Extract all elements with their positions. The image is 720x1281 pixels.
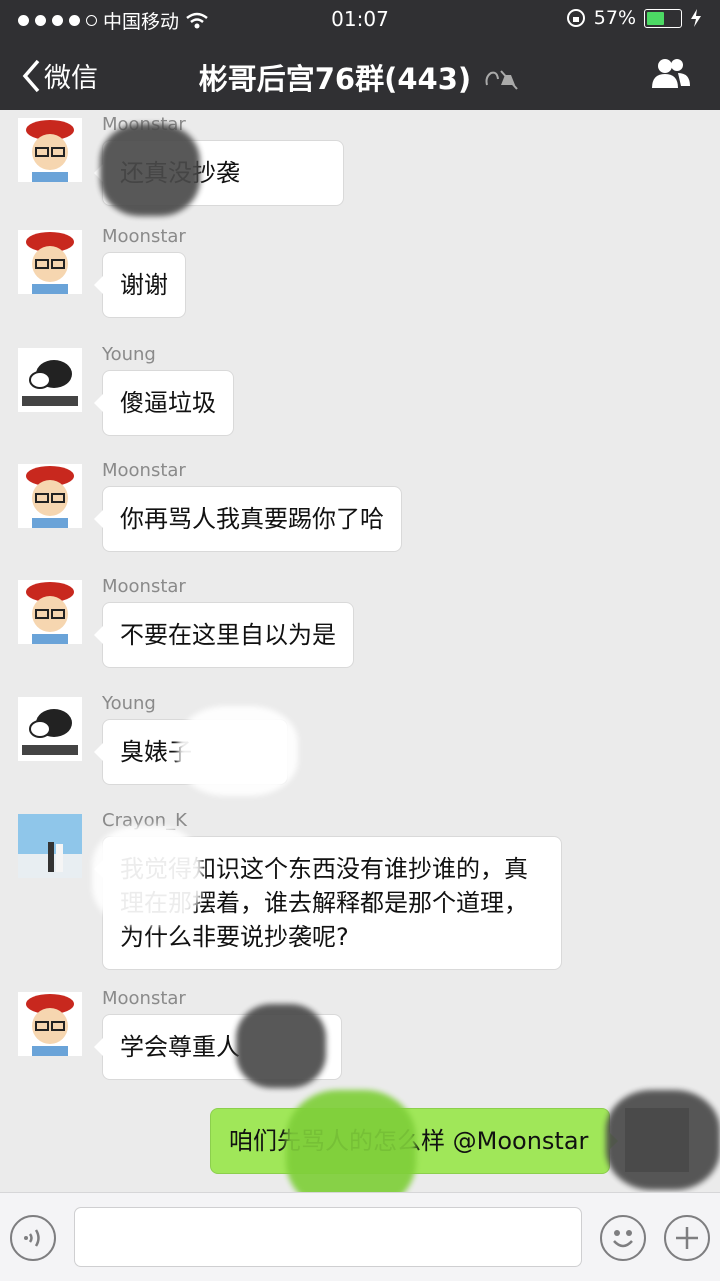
redaction-scribble <box>178 706 298 796</box>
plus-icon <box>676 1227 698 1249</box>
sender-name: Young <box>102 693 156 714</box>
sender-name: Moonstar <box>102 988 186 1009</box>
battery-icon <box>644 8 682 28</box>
avatar-young[interactable] <box>18 697 82 761</box>
status-bar: 中国移动 01:07 57% <box>0 0 720 38</box>
sender-name: Moonstar <box>102 576 186 597</box>
battery-percent: 57% <box>593 7 636 29</box>
message-item: Moonstar 谢谢 <box>18 226 698 330</box>
avatar-young[interactable] <box>18 348 82 412</box>
message-item: Young 傻逼垃圾 <box>18 344 698 448</box>
avatar-moonstar[interactable] <box>18 118 82 182</box>
chat-title: 彬哥后宫76群(443) <box>0 56 720 98</box>
message-item: Moonstar 不要在这里自以为是 <box>18 576 698 680</box>
message-bubble[interactable]: 傻逼垃圾 <box>94 370 234 436</box>
input-bar <box>0 1192 720 1281</box>
message-bubble[interactable]: 不要在这里自以为是 <box>94 602 354 668</box>
avatar-crayon-k[interactable] <box>18 814 82 878</box>
redaction-scribble <box>606 1090 720 1190</box>
avatar-moonstar[interactable] <box>18 992 82 1056</box>
message-bubble[interactable]: 你再骂人我真要踢你了哈 <box>94 486 402 552</box>
message-bubble[interactable]: 谢谢 <box>94 252 186 318</box>
group-members-icon <box>652 59 690 88</box>
voice-icon <box>24 1229 40 1247</box>
voice-button[interactable] <box>10 1215 56 1261</box>
more-button[interactable] <box>664 1215 710 1261</box>
emoji-icon <box>613 1230 633 1248</box>
nav-bar: 微信 彬哥后宫76群(443) <box>0 40 720 108</box>
charging-icon <box>691 9 701 27</box>
avatar-moonstar[interactable] <box>18 464 82 528</box>
emoji-button[interactable] <box>600 1215 646 1261</box>
sender-name: Young <box>102 344 156 365</box>
message-item: Moonstar 你再骂人我真要踢你了哈 <box>18 460 698 564</box>
redaction-scribble <box>100 124 200 216</box>
mute-icon <box>485 70 518 90</box>
avatar-moonstar[interactable] <box>18 580 82 644</box>
orientation-lock-icon <box>566 9 585 27</box>
sender-name: Moonstar <box>102 226 186 247</box>
redaction-scribble <box>236 1004 326 1088</box>
group-members-button[interactable] <box>650 56 692 94</box>
message-item: Moonstar 学会尊重人 <box>18 988 698 1092</box>
redaction-scribble <box>92 826 202 926</box>
app-header: 中国移动 01:07 57% 微信 彬哥后宫76群(443) <box>0 0 720 110</box>
sender-name: Moonstar <box>102 460 186 481</box>
avatar-moonstar[interactable] <box>18 230 82 294</box>
message-item: Young 臭婊子 <box>18 693 698 797</box>
message-input[interactable] <box>74 1207 582 1267</box>
